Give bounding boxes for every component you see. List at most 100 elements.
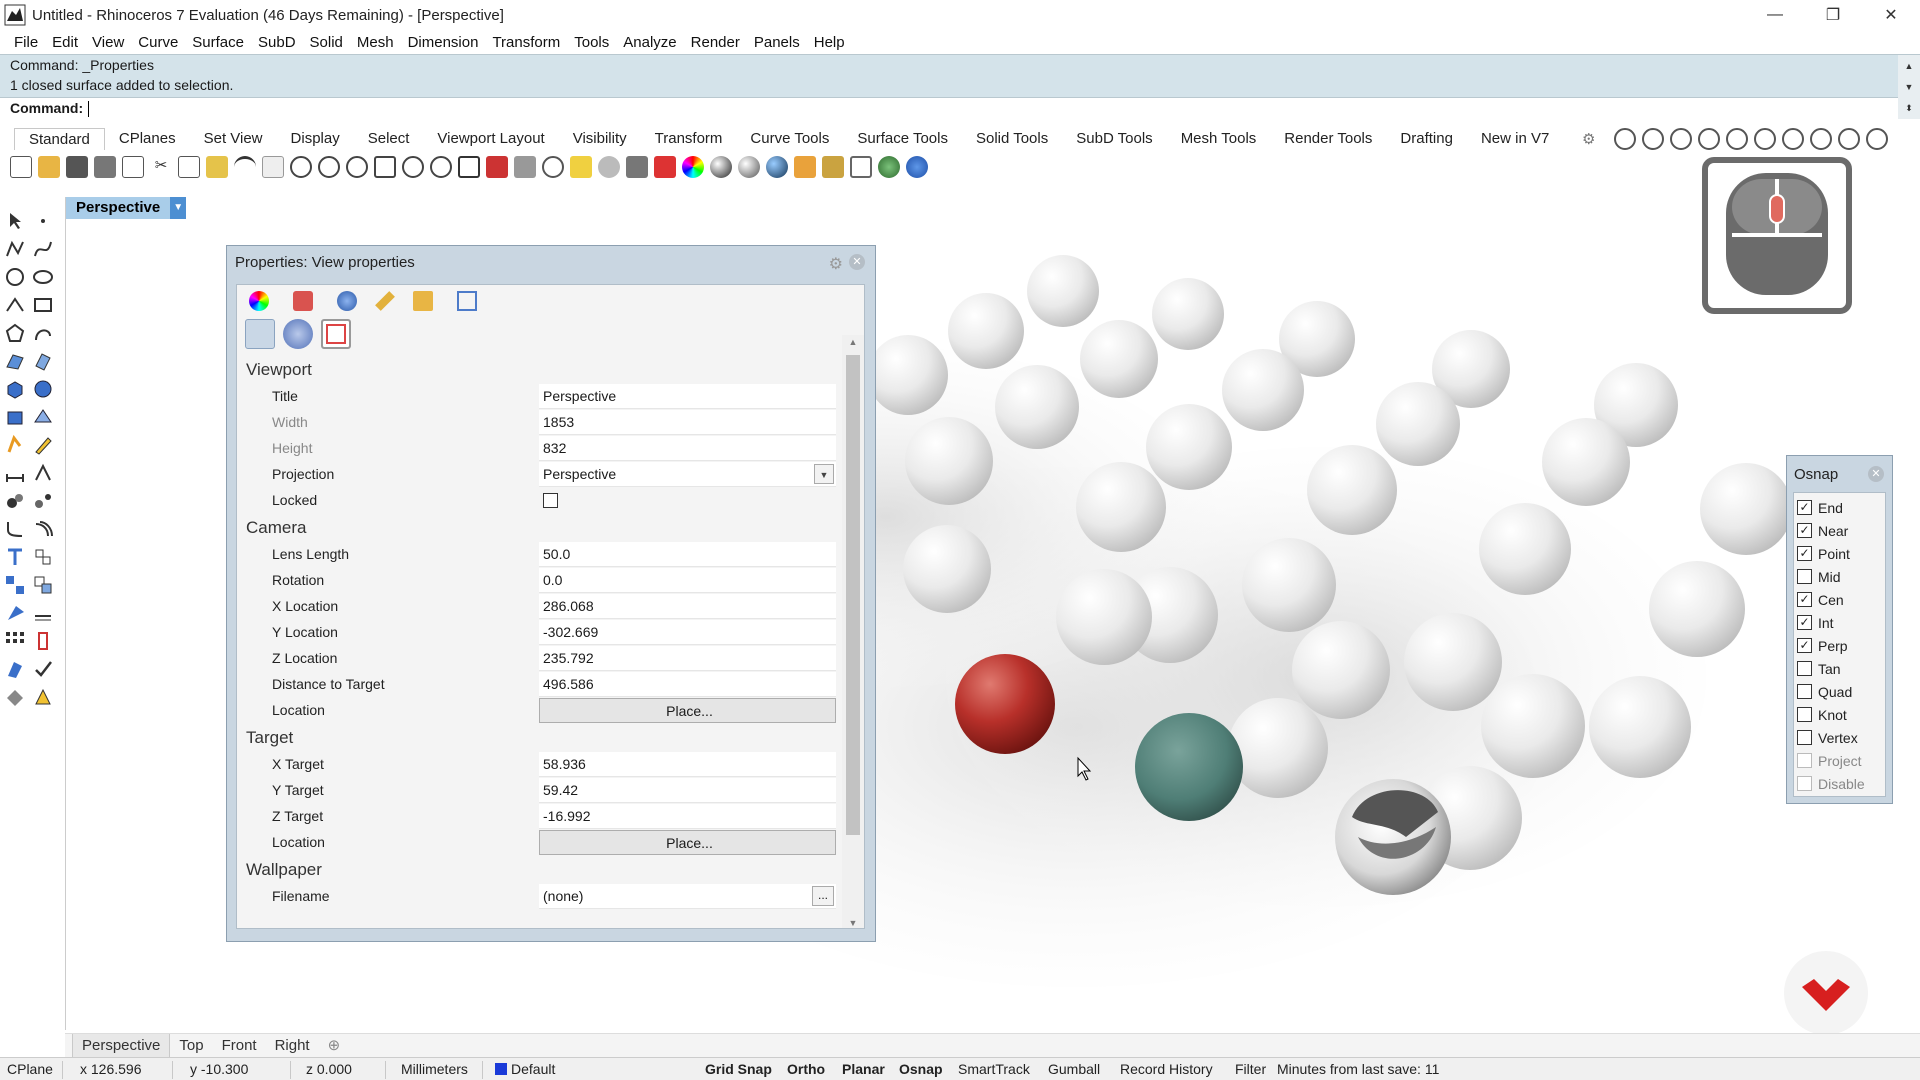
- projection-select[interactable]: Perspective ▼: [539, 461, 836, 487]
- width-field[interactable]: 1853: [539, 409, 836, 435]
- object-color-icon[interactable]: [249, 291, 269, 311]
- zoom-selected-icon[interactable]: [402, 156, 424, 178]
- osnap-int[interactable]: ✓ Int: [1794, 611, 1885, 634]
- trim-icon[interactable]: [4, 546, 26, 568]
- offset-icon[interactable]: [32, 518, 54, 540]
- add-viewport-icon[interactable]: ⊕: [319, 1034, 350, 1058]
- viewport-title-tab[interactable]: Perspective ▼: [66, 197, 187, 219]
- tab-new-in-v7[interactable]: New in V7: [1467, 128, 1563, 150]
- checkbox-checked-icon[interactable]: ✓: [1797, 523, 1812, 538]
- options-gear-icon[interactable]: [822, 156, 844, 178]
- menu-transform[interactable]: Transform: [485, 34, 567, 51]
- render-icon[interactable]: [4, 686, 26, 708]
- gear-icon[interactable]: ⚙: [829, 254, 843, 274]
- point-icon[interactable]: [32, 210, 54, 232]
- menu-tools[interactable]: Tools: [567, 34, 616, 51]
- chevron-down-icon[interactable]: ▼: [842, 918, 864, 928]
- cage-icon[interactable]: [1642, 128, 1664, 150]
- osnap-perp[interactable]: ✓ Perp: [1794, 634, 1885, 657]
- undo-view-icon[interactable]: [430, 156, 452, 178]
- rotation-field[interactable]: 0.0: [539, 567, 836, 593]
- checkbox-icon[interactable]: [1797, 730, 1812, 745]
- units-label[interactable]: Millimeters: [401, 1061, 468, 1077]
- zoom-icon[interactable]: [318, 156, 340, 178]
- lens-length-field[interactable]: 50.0: [539, 541, 836, 567]
- minimize-button[interactable]: —: [1746, 0, 1804, 30]
- close-button[interactable]: ✕: [1862, 0, 1920, 30]
- checkbox-checked-icon[interactable]: ✓: [1797, 592, 1812, 607]
- undo-icon[interactable]: [234, 156, 256, 178]
- ellipse-icon[interactable]: [32, 266, 54, 288]
- open-folder-icon[interactable]: [38, 156, 60, 178]
- osnap-disable[interactable]: Disable: [1794, 772, 1885, 795]
- x-location-field[interactable]: 286.068: [539, 593, 836, 619]
- mesh-solid-icon[interactable]: [32, 406, 54, 428]
- surface-corner-icon[interactable]: [4, 350, 26, 372]
- tab-perspective[interactable]: Perspective: [72, 1033, 171, 1058]
- osnap-toggle[interactable]: Osnap: [899, 1061, 943, 1077]
- osnap-project[interactable]: Project: [1794, 749, 1885, 772]
- tab-front[interactable]: Front: [213, 1034, 266, 1058]
- freeform-icon[interactable]: [32, 322, 54, 344]
- tab-solid-tools[interactable]: Solid Tools: [962, 128, 1062, 150]
- globe-icon[interactable]: [878, 156, 900, 178]
- menu-curve[interactable]: Curve: [131, 34, 185, 51]
- copy-object-icon[interactable]: [32, 574, 54, 596]
- material-sphere-icon[interactable]: [710, 156, 732, 178]
- curve-icon[interactable]: [32, 238, 54, 260]
- cylinder-icon[interactable]: [1698, 128, 1720, 150]
- osnap-quad[interactable]: Quad: [1794, 680, 1885, 703]
- polygon-icon[interactable]: [4, 322, 26, 344]
- title-field[interactable]: Perspective: [539, 383, 836, 409]
- scroll-down-icon[interactable]: ▼: [1905, 82, 1914, 92]
- tab-viewport-layout[interactable]: Viewport Layout: [423, 128, 558, 150]
- filter-toggle[interactable]: Filter: [1235, 1061, 1266, 1077]
- tab-render-tools[interactable]: Render Tools: [1270, 128, 1386, 150]
- folder-icon[interactable]: [413, 291, 433, 311]
- layer-indicator[interactable]: Default: [495, 1061, 555, 1077]
- osnap-end[interactable]: ✓ End: [1794, 496, 1885, 519]
- z-target-field[interactable]: -16.992: [539, 803, 836, 829]
- chevron-down-icon[interactable]: ▼: [814, 463, 834, 484]
- zoom-window-icon[interactable]: [346, 156, 368, 178]
- four-viewports-icon[interactable]: [458, 156, 480, 178]
- lightning-icon[interactable]: [4, 434, 26, 456]
- menu-mesh[interactable]: Mesh: [350, 34, 401, 51]
- camera-icon[interactable]: [245, 319, 275, 349]
- height-field[interactable]: 832: [539, 435, 836, 461]
- cone-icon[interactable]: [1726, 128, 1748, 150]
- circle-icon[interactable]: [4, 266, 26, 288]
- target-place-button[interactable]: Place...: [539, 829, 836, 855]
- teal-sphere[interactable]: [1135, 713, 1243, 821]
- menu-view[interactable]: View: [85, 34, 131, 51]
- rectangle-icon[interactable]: [32, 294, 54, 316]
- z-location-field[interactable]: 235.792: [539, 645, 836, 671]
- extrude-icon[interactable]: [1838, 128, 1860, 150]
- close-icon[interactable]: ✕: [849, 254, 865, 270]
- menu-dimension[interactable]: Dimension: [401, 34, 486, 51]
- gear-icon[interactable]: ⚙: [1582, 130, 1595, 148]
- menu-panels[interactable]: Panels: [747, 34, 807, 51]
- sweep-icon[interactable]: [1866, 128, 1888, 150]
- x-target-field[interactable]: 58.936: [539, 751, 836, 777]
- select-icon[interactable]: [542, 156, 564, 178]
- tab-visibility[interactable]: Visibility: [559, 128, 641, 150]
- cylinder-solid-icon[interactable]: [4, 406, 26, 428]
- menu-subd[interactable]: SubD: [251, 34, 303, 51]
- rotate-view-icon[interactable]: [290, 156, 312, 178]
- arc-icon[interactable]: [4, 294, 26, 316]
- checkbox-checked-icon[interactable]: ✓: [1797, 638, 1812, 653]
- viewport-name[interactable]: Perspective: [66, 197, 171, 219]
- checkbox-checked-icon[interactable]: ✓: [1797, 500, 1812, 515]
- new-file-icon[interactable]: [10, 156, 32, 178]
- checkbox-icon[interactable]: [1797, 776, 1812, 791]
- y-target-field[interactable]: 59.42: [539, 777, 836, 803]
- menu-solid[interactable]: Solid: [303, 34, 350, 51]
- restore-button[interactable]: ❐: [1804, 0, 1862, 30]
- move-icon[interactable]: [4, 574, 26, 596]
- polyline-icon[interactable]: [4, 238, 26, 260]
- analyze-icon[interactable]: [4, 658, 26, 680]
- print-icon[interactable]: [94, 156, 116, 178]
- menu-edit[interactable]: Edit: [45, 34, 85, 51]
- menu-surface[interactable]: Surface: [185, 34, 251, 51]
